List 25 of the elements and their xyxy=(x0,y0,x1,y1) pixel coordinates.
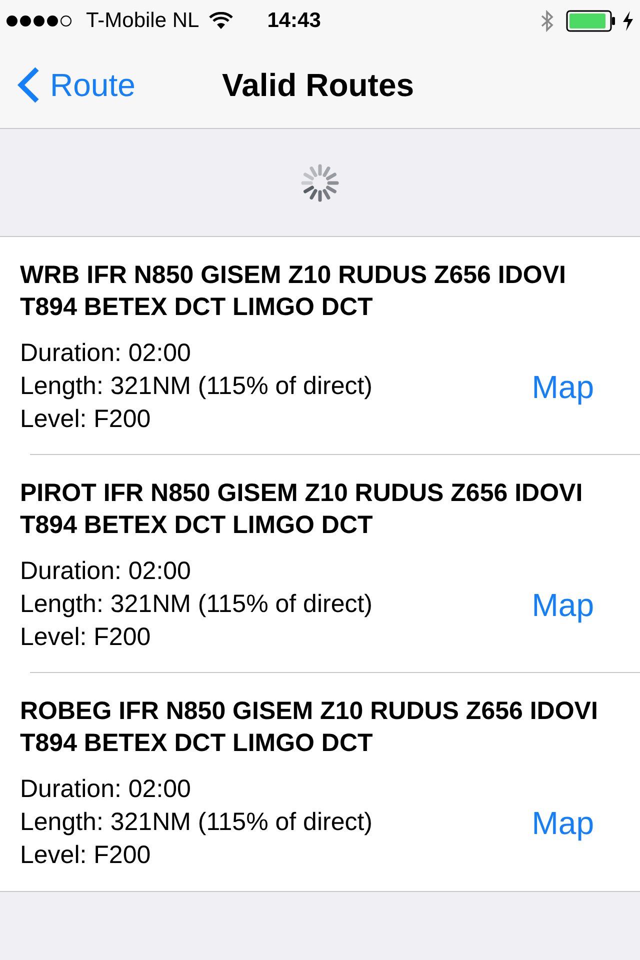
duration-text: Duration: 02:00 xyxy=(20,774,192,805)
route-title: PIROT IFR N850 GISEM Z10 RUDUS Z656 IDOVI T894 BETEX DCT LIMGO DCT xyxy=(20,478,584,541)
length-text: Length: 321NM (115% of direct) xyxy=(20,807,373,838)
loading-spinner-icon xyxy=(300,162,340,202)
map-button[interactable]: Map xyxy=(532,580,594,628)
battery-icon xyxy=(566,10,618,32)
bluetooth-icon xyxy=(540,9,554,33)
chevron-left-icon xyxy=(16,66,40,104)
length-text: Length: 321NM (115% of direct) xyxy=(20,371,373,402)
flight-level-text: Level: F200 xyxy=(20,622,152,653)
wifi-icon xyxy=(209,12,234,30)
flight-level-text: Level: F200 xyxy=(20,840,152,871)
route-title: ROBEG IFR N850 GISEM Z10 RUDUS Z656 IDOVI T894 BETEX DCT LIMGO DCT xyxy=(20,696,599,759)
length-text: Length: 321NM (115% of direct) xyxy=(20,589,373,620)
duration-text: Duration: 02:00 xyxy=(20,338,192,369)
map-button[interactable]: Map xyxy=(532,798,594,846)
map-button[interactable]: Map xyxy=(532,362,594,410)
flight-level-text: Level: F200 xyxy=(20,404,152,435)
charging-bolt-icon xyxy=(622,11,634,31)
route-title: WRB IFR N850 GISEM Z10 RUDUS Z656 IDOVI T894 BETEX DCT LIMGO DCT xyxy=(20,260,567,323)
carrier-name: T-Mobile NL xyxy=(86,8,200,34)
duration-text: Duration: 02:00 xyxy=(20,556,192,587)
back-button[interactable]: Route xyxy=(16,61,136,109)
screen-title: Valid Routes xyxy=(222,66,414,105)
clock-time: 14:43 xyxy=(267,8,321,34)
